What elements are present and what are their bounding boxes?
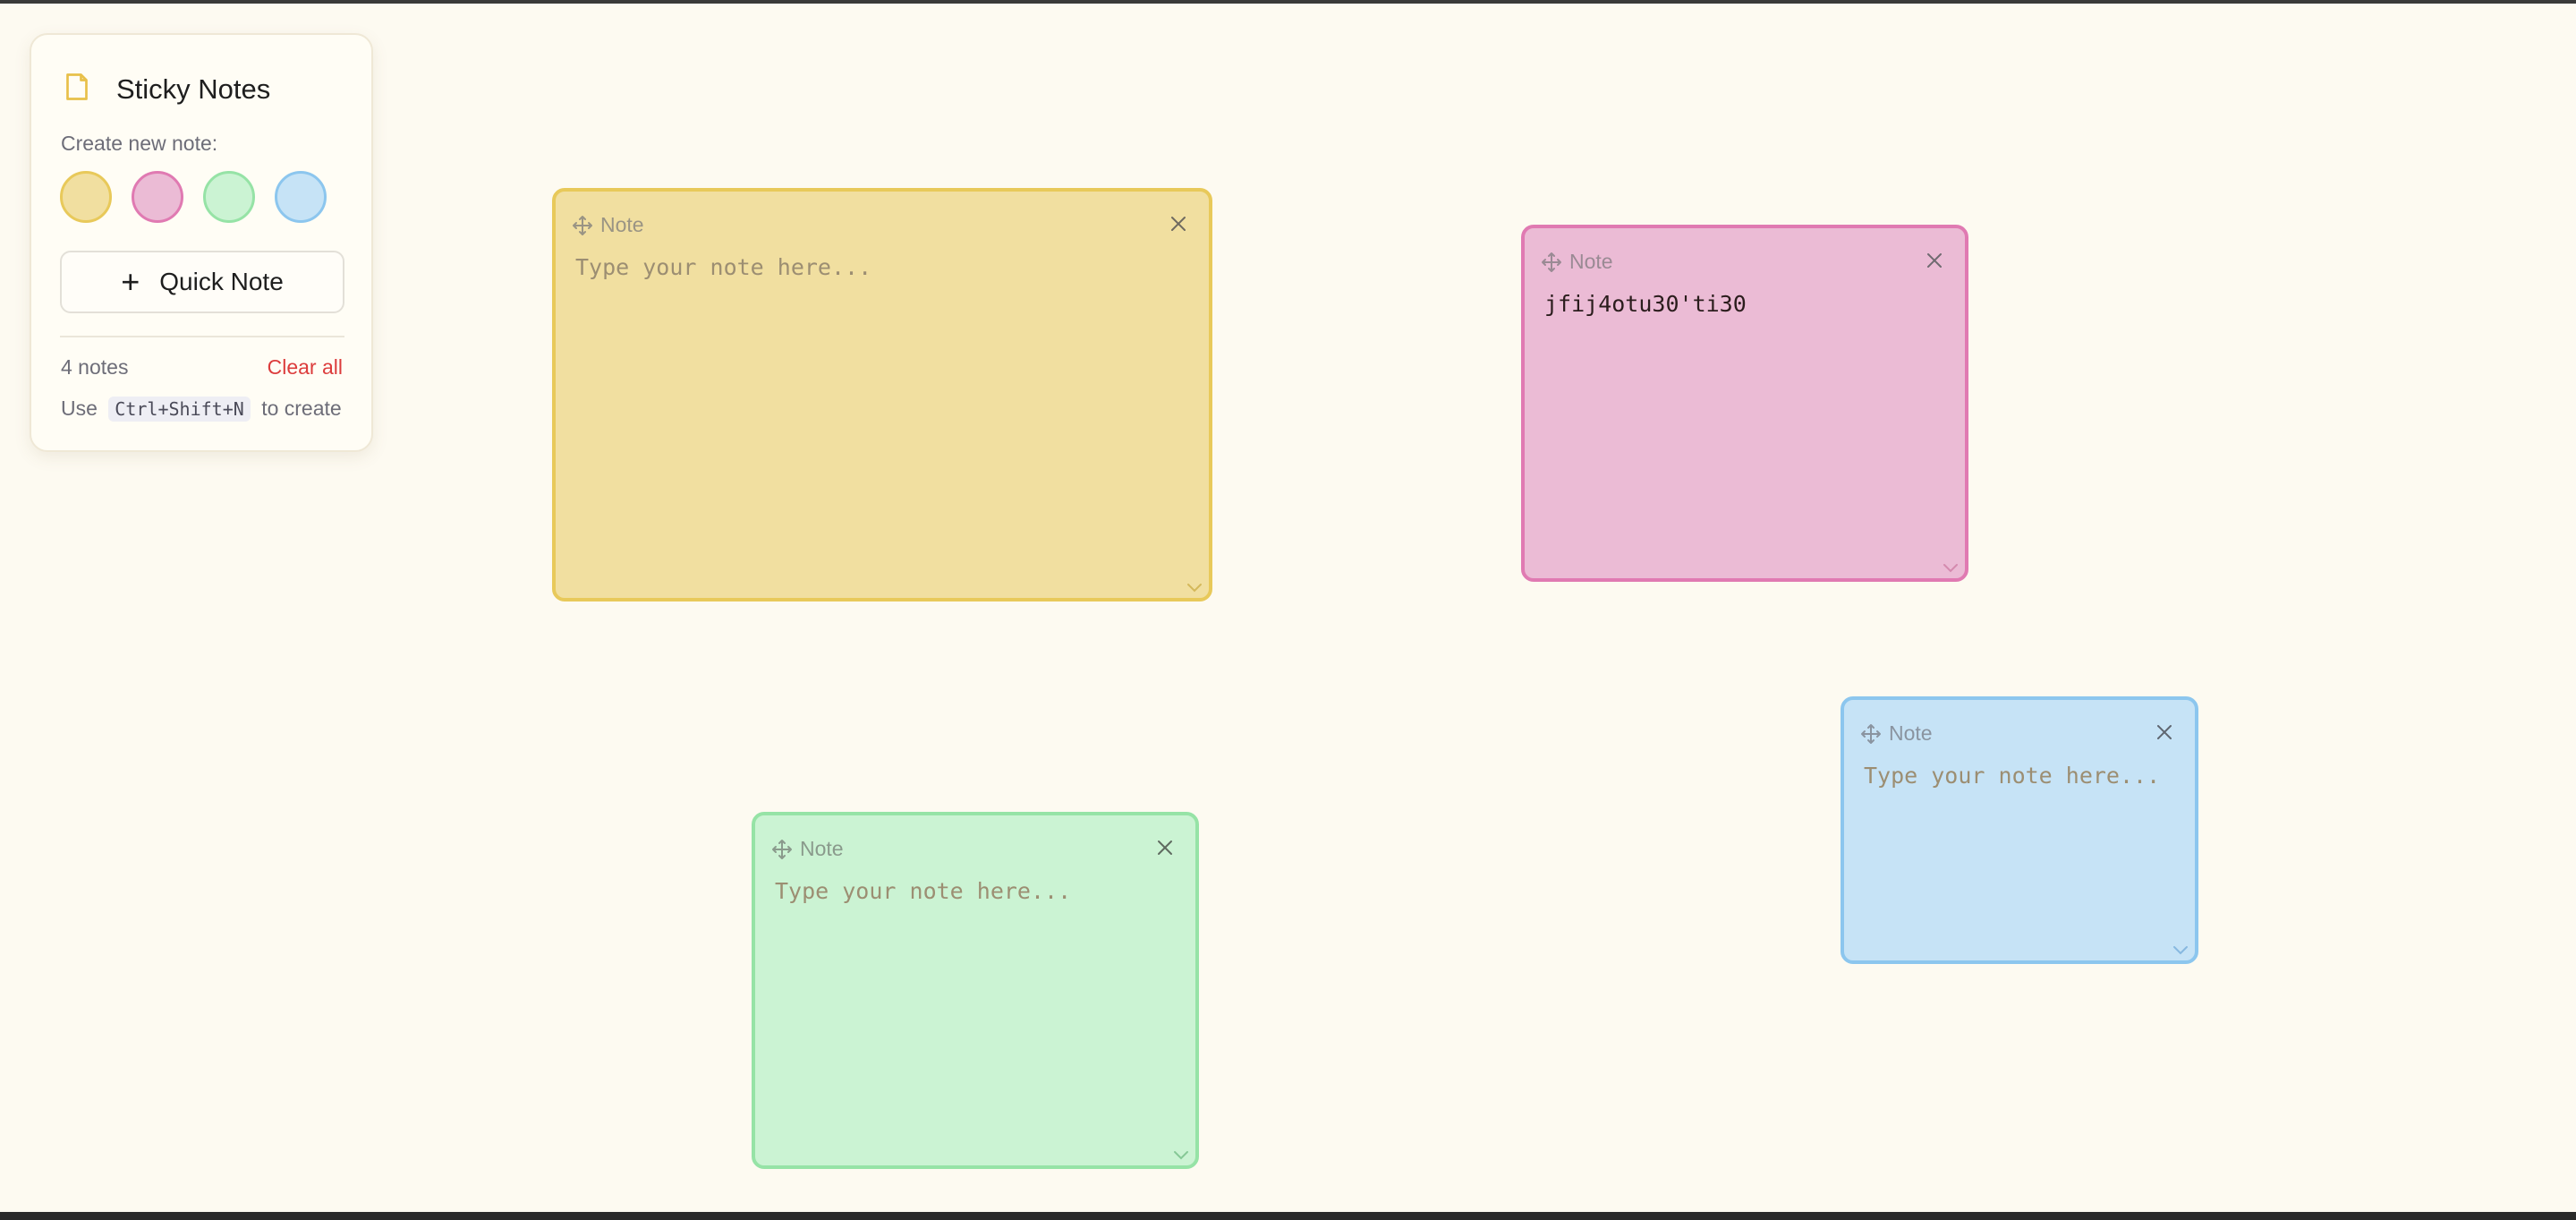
close-icon[interactable] — [2155, 723, 2173, 741]
note-header-label: Note — [1569, 250, 1613, 273]
move-icon — [772, 839, 792, 859]
note-header-label: Note — [800, 837, 844, 860]
resize-chevron-icon[interactable] — [2172, 944, 2189, 957]
close-icon[interactable] — [1926, 252, 1943, 269]
clear-all-button[interactable]: Clear all — [268, 355, 343, 380]
resize-chevron-icon[interactable] — [1172, 1149, 1190, 1162]
note-textarea[interactable] — [775, 878, 1176, 1139]
close-icon[interactable] — [1169, 215, 1187, 233]
resize-chevron-icon[interactable] — [1186, 582, 1203, 594]
divider — [60, 336, 344, 337]
close-icon[interactable] — [1156, 839, 1174, 857]
note-textarea[interactable] — [1864, 763, 2175, 934]
sticky-notes-panel: Sticky Notes Create new note: + Quick No… — [30, 33, 373, 452]
note-textarea[interactable] — [1544, 291, 1945, 551]
swatch-green-button[interactable] — [203, 171, 255, 223]
panel-title: Sticky Notes — [116, 73, 271, 105]
move-icon — [573, 215, 592, 235]
color-swatches — [60, 171, 346, 223]
move-icon — [1861, 723, 1881, 744]
sticky-note-yellow[interactable]: Note — [552, 188, 1212, 601]
create-note-label: Create new note: — [61, 132, 218, 155]
shortcut-hint: Use Ctrl+Shift+N to create — [61, 397, 342, 422]
window-top-border — [0, 0, 2576, 4]
sticky-note-pink[interactable]: Note — [1521, 225, 1968, 582]
hint-prefix: Use — [61, 397, 98, 420]
shortcut-key: Ctrl+Shift+N — [108, 397, 251, 422]
note-drag-handle[interactable]: Note — [771, 837, 844, 861]
hint-suffix: to create — [261, 397, 342, 420]
note-header-label: Note — [1889, 721, 1933, 745]
panel-header: Sticky Notes — [61, 71, 270, 107]
swatch-pink-button[interactable] — [132, 171, 183, 223]
plus-icon: + — [121, 263, 140, 300]
sticky-note-green[interactable]: Note — [752, 812, 1199, 1169]
note-icon — [61, 71, 93, 107]
resize-chevron-icon[interactable] — [1942, 562, 1960, 575]
note-drag-handle[interactable]: Note — [572, 213, 644, 237]
move-icon — [1542, 252, 1561, 272]
swatch-blue-button[interactable] — [275, 171, 327, 223]
note-count: 4 notes — [61, 355, 129, 379]
window-bottom-bar — [0, 1212, 2576, 1220]
sticky-note-blue[interactable]: Note — [1841, 696, 2198, 964]
swatch-yellow-button[interactable] — [60, 171, 112, 223]
quick-note-button[interactable]: + Quick Note — [60, 251, 344, 313]
note-drag-handle[interactable]: Note — [1541, 250, 1613, 274]
note-drag-handle[interactable]: Note — [1860, 721, 1933, 746]
note-textarea[interactable] — [575, 254, 1189, 571]
note-header-label: Note — [600, 213, 644, 236]
quick-note-label: Quick Note — [159, 268, 284, 295]
